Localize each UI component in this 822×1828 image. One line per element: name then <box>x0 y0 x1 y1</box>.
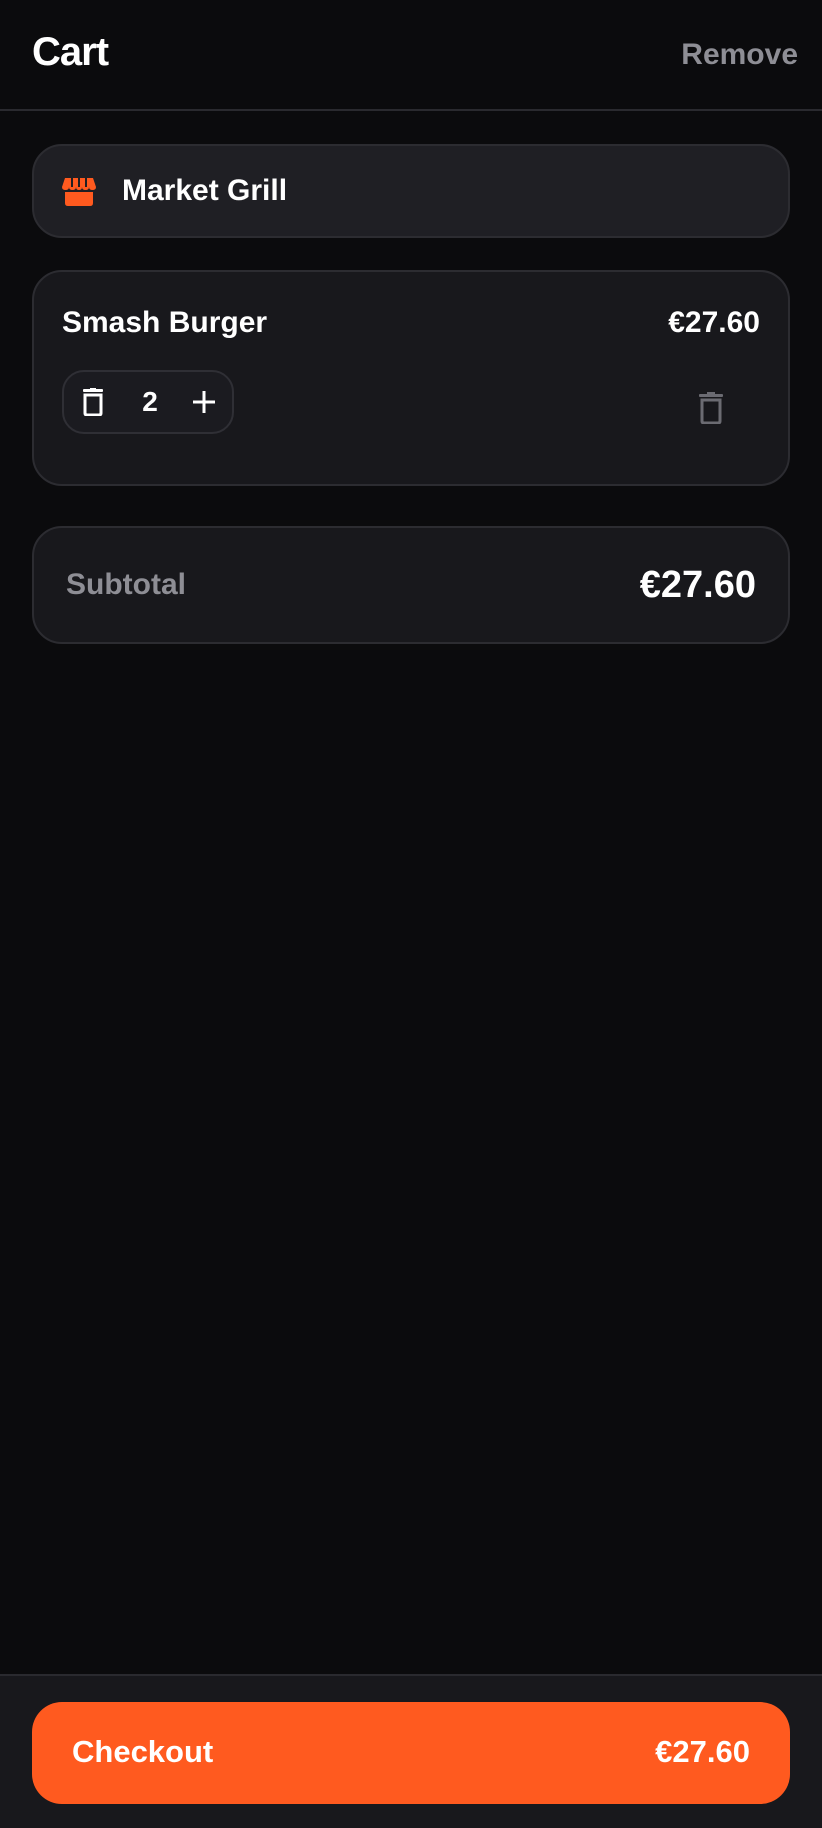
restaurant-card[interactable]: Market Grill <box>32 144 790 238</box>
plus-icon[interactable] <box>190 388 218 416</box>
subtotal-card: Subtotal €27.60 <box>32 526 790 644</box>
checkout-amount: €27.60 <box>655 1734 750 1769</box>
decrement-trash-icon[interactable] <box>82 388 104 416</box>
item-price: €27.60 <box>668 306 760 339</box>
store-icon <box>62 178 96 206</box>
restaurant-name: Market Grill <box>122 174 288 207</box>
trash-icon[interactable] <box>698 392 724 424</box>
quantity-value: 2 <box>142 386 158 417</box>
checkout-bar: Checkout €27.60 <box>0 1674 822 1828</box>
checkout-button[interactable]: Checkout €27.60 <box>32 1702 790 1804</box>
cart-screen: Cart Remove Market Grill Smash Burger €2… <box>0 0 822 1828</box>
header: Cart Remove <box>0 0 822 111</box>
subtotal-label: Subtotal <box>66 568 186 601</box>
subtotal-value: €27.60 <box>639 564 756 606</box>
page-title: Cart <box>32 30 109 74</box>
quantity-stepper: 2 <box>62 370 234 434</box>
item-name: Smash Burger <box>62 306 268 339</box>
cart-item-card: Smash Burger €27.60 2 <box>32 270 790 486</box>
remove-button[interactable]: Remove <box>681 38 798 72</box>
checkout-label: Checkout <box>72 1734 214 1769</box>
